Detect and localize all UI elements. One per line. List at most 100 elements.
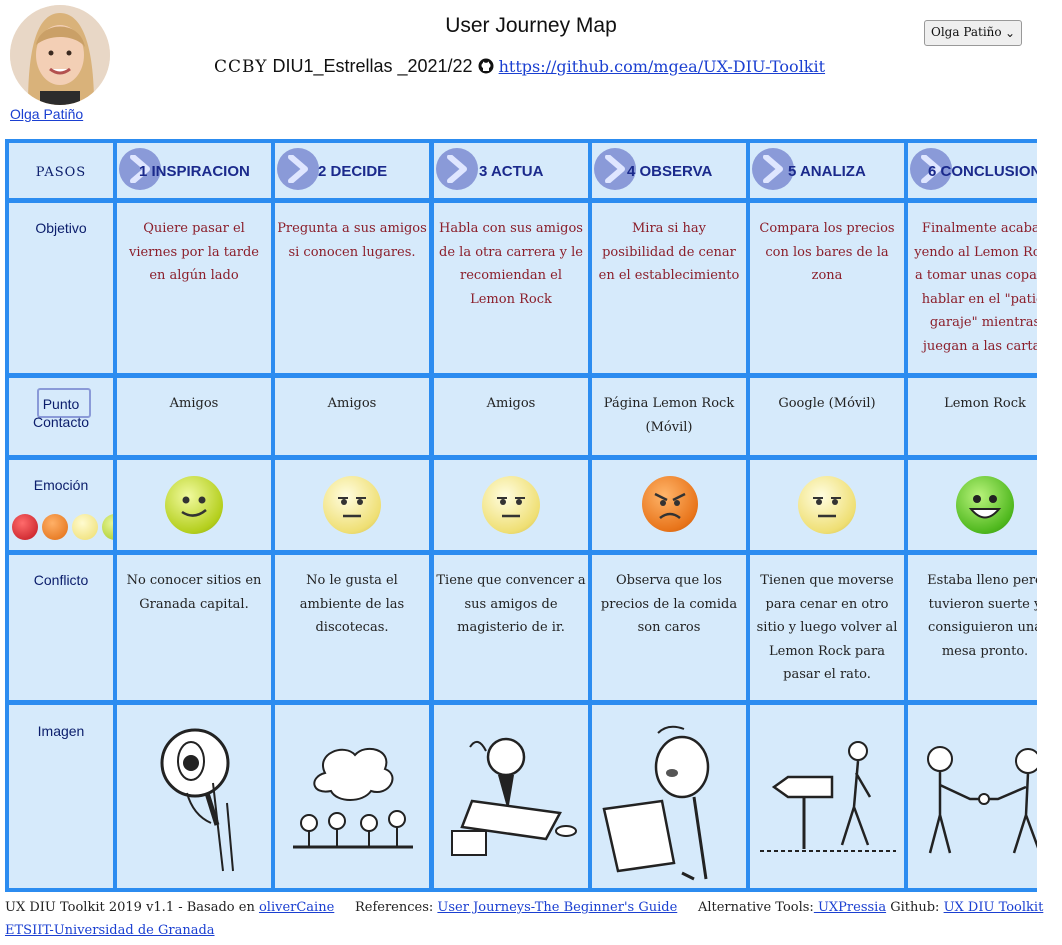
person-reading-icon — [602, 725, 710, 881]
emocion-label: Emoción — [33, 477, 89, 493]
row-head-emocion: Emoción — [9, 460, 113, 550]
footer-refs-label: References: — [354, 900, 434, 915]
conflicto-cell: Tiene que convencer a sus amigos de magi… — [434, 555, 588, 700]
conflicto-cell: No conocer sitios en Granada capital. — [117, 555, 271, 700]
conflicto-text: Tienen que moverse para cenar en otro si… — [756, 573, 898, 682]
persona-select-value: Olga Patiño — [931, 25, 1002, 39]
emocion-cell — [117, 460, 271, 550]
contacto-text: Amigos — [486, 396, 536, 411]
objetivo-cell: Pregunta a sus amigos si conocen lugares… — [275, 203, 429, 373]
contacto-cell: Google (Móvil) — [750, 378, 904, 455]
contacto-cell: Amigos — [117, 378, 271, 455]
imagen-cell — [592, 705, 746, 888]
neutral-face-icon — [72, 514, 98, 540]
imagen-cell — [434, 705, 588, 888]
happy-face-icon — [165, 476, 223, 534]
emocion-cell — [592, 460, 746, 550]
punto-contacto-label: Punto Contacto — [9, 395, 113, 431]
persona-select[interactable]: Olga Patiño ⌄ — [924, 20, 1022, 46]
step-label: 4 OBSERVA — [627, 163, 713, 180]
neutral-face-icon — [482, 476, 540, 534]
objetivo-cell: Compara los precios con los bares de la … — [750, 203, 904, 373]
footer-alt-label: Alternative Tools: — [697, 900, 814, 915]
footer-university-link[interactable]: ETSIIT-Universidad de Granada — [5, 923, 215, 938]
contacto-cell: Lemon Rock — [908, 378, 1037, 455]
objetivo-text: Compara los precios con los bares de la … — [759, 221, 895, 283]
group-thinking-icon — [293, 747, 413, 849]
page-title: User Journey Map — [445, 14, 617, 37]
objetivo-text: Quiere pasar el viernes por la tarde en … — [128, 221, 260, 283]
row-head-objetivo: Objetivo — [9, 203, 113, 373]
contacto-text: Amigos — [169, 396, 219, 411]
row-head-conflicto: Conflicto — [9, 555, 113, 700]
footer-alt-link[interactable]: UXPressia — [814, 900, 886, 915]
annoyed-face-icon — [642, 476, 698, 532]
magnifier-person-icon — [160, 728, 234, 872]
very-happy-face-icon — [956, 476, 1014, 534]
conflicto-cell: Observa que los precios de la comida son… — [592, 555, 746, 700]
pasos-label: PASOS — [35, 165, 87, 180]
journey-grid: PASOS Objetivo Punto Contacto Emoción Co… — [5, 139, 1037, 892]
footer-github-label: Github: — [890, 900, 940, 915]
step-label: 2 DECIDE — [318, 163, 388, 180]
conflicto-text: Tiene que convencer a sus amigos de magi… — [436, 573, 586, 635]
row-head-imagen: Imagen — [9, 705, 113, 888]
objetivo-cell: Mira si hay posibilidad de cenar en el e… — [592, 203, 746, 373]
imagen-cell — [275, 705, 429, 888]
objetivo-cell: Finalmente acaban yendo al Lemon Rock a … — [908, 203, 1037, 373]
imagen-cell — [117, 705, 271, 888]
step-label: 3 ACTUA — [479, 163, 544, 180]
imagen-cell — [750, 705, 904, 888]
step-header-2[interactable]: 2 DECIDE — [275, 143, 429, 198]
persona-name-link[interactable]: Olga Patiño — [10, 106, 83, 122]
happy-face-icon — [102, 514, 113, 540]
step-header-1[interactable]: 1 INSPIRACION — [117, 143, 271, 198]
handshake-icon — [927, 746, 1037, 854]
contacto-text: Página Lemon Rock (Móvil) — [603, 396, 735, 435]
imagen-cell — [908, 705, 1037, 888]
subtitle-row: CCBY DIU1_Estrellas _2021/22 https://git… — [214, 56, 825, 77]
objetivo-text: Habla con sus amigos de la otra carrera … — [439, 221, 583, 307]
row-head-pasos: PASOS — [9, 143, 113, 198]
conflicto-text: Estaba lleno pero tuvieron suerte y cons… — [927, 573, 1037, 659]
emocion-cell — [750, 460, 904, 550]
imagen-label: Imagen — [37, 723, 85, 739]
neutral-face-icon — [323, 476, 381, 534]
github-icon — [478, 58, 494, 74]
step-label: 1 INSPIRACION — [139, 163, 250, 180]
punto-label: Punto — [42, 396, 80, 412]
step-header-4[interactable]: 4 OBSERVA — [592, 143, 746, 198]
step-header-5[interactable]: 5 ANALIZA — [750, 143, 904, 198]
footer-github-link[interactable]: UX DIU Toolkit — [944, 900, 1044, 915]
contacto-cell: Amigos — [434, 378, 588, 455]
step-label: 6 CONCLUSION — [928, 163, 1037, 180]
conflicto-cell: Estaba lleno pero tuvieron suerte y cons… — [908, 555, 1037, 700]
emocion-cell — [275, 460, 429, 550]
contacto-text: Amigos — [327, 396, 377, 411]
repo-link[interactable]: https://github.com/mgea/UX-DIU-Toolkit — [499, 57, 825, 76]
conflicto-label: Conflicto — [33, 572, 89, 588]
step-header-3[interactable]: 3 ACTUA — [434, 143, 588, 198]
license-label: CCBY — [214, 57, 268, 77]
objetivo-label: Objetivo — [35, 220, 87, 236]
contacto-cell: Página Lemon Rock (Móvil) — [592, 378, 746, 455]
footer-refs-link[interactable]: User Journeys-The Beginner's Guide — [437, 900, 677, 915]
chevron-right-icon — [277, 148, 319, 190]
step-header-6[interactable]: 6 CONCLUSION — [908, 143, 1037, 198]
course-label: DIU1_Estrellas _2021/22 — [272, 56, 473, 76]
angry-face-icon — [12, 514, 38, 540]
footer-credit: UX DIU Toolkit 2019 v1.1 - Basado en — [5, 900, 255, 915]
objetivo-text: Pregunta a sus amigos si conocen lugares… — [277, 221, 427, 260]
neutral-face-icon — [798, 476, 856, 534]
contacto-cell: Amigos — [275, 378, 429, 455]
signpost-walker-icon — [760, 741, 896, 852]
objetivo-text: Mira si hay posibilidad de cenar en el e… — [598, 221, 740, 283]
chevron-right-icon — [436, 148, 478, 190]
emocion-cell — [434, 460, 588, 550]
conflicto-text: No conocer sitios en Granada capital. — [126, 573, 262, 612]
footer-credit-link[interactable]: oliverCaine — [259, 900, 334, 915]
conflicto-text: No le gusta el ambiente de las discoteca… — [299, 573, 405, 635]
conflicto-text: Observa que los precios de la comida son… — [600, 573, 738, 635]
footer: UX DIU Toolkit 2019 v1.1 - Basado en oli… — [5, 896, 1055, 942]
emocion-cell — [908, 460, 1037, 550]
